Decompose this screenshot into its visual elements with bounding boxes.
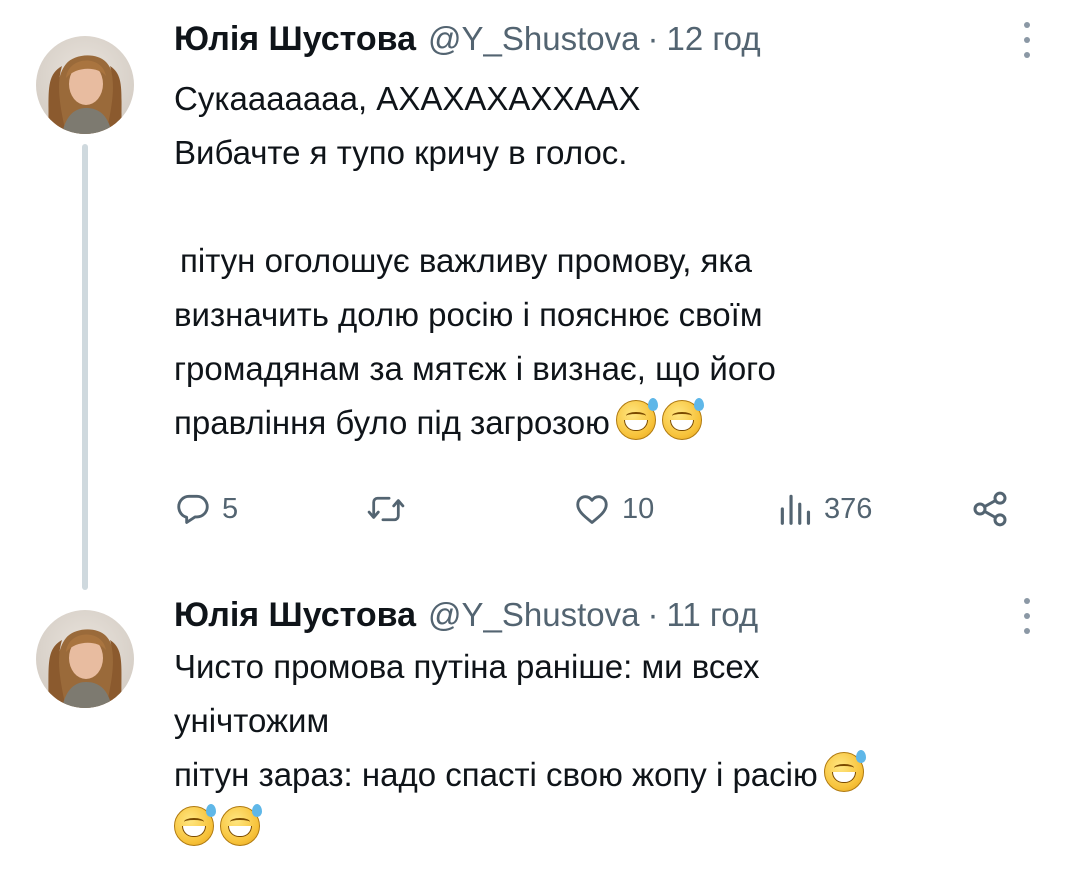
reply-count: 5 [222,492,239,525]
share-button[interactable] [970,484,1010,534]
more-icon[interactable] [1022,22,1032,58]
separator: · [647,20,659,57]
grinning-face-with-sweat-icon [220,804,262,846]
grinning-face-with-sweat-icon [823,750,866,792]
tweet-line: громадянам за мятєж і визнає, що його [174,350,776,387]
tweet-line: Сукааааааа, АХАХАХАХХААХ [174,80,641,117]
share-icon [973,491,1007,527]
views-icon [780,494,811,525]
tweet-text: Сукааааааа, АХАХАХАХХААХ Вибачте я тупо … [174,72,1054,450]
tweet[interactable]: Юлія Шустова @Y_Shustova · 11 год Чисто … [0,590,1080,882]
tweet-line: унічтожим [174,702,330,739]
reply-icon [177,494,209,524]
tweet-line-with-emoji: пітун зараз: надо спасті свою жопу і рас… [174,748,1054,802]
tweet-line: пітун зараз: надо спасті свою жопу і рас… [174,756,818,793]
tweet-line: визначить долю росію і пояснює своїм [174,296,763,333]
like-icon [576,495,608,524]
tweet-header: Юлія Шустова @Y_Shustova · 11 год [174,596,758,636]
reply-button[interactable]: 5 [174,484,238,534]
like-count: 10 [622,492,655,525]
more-icon[interactable] [1022,598,1032,634]
author-handle[interactable]: @Y_Shustova [428,20,639,58]
tweet-header: Юлія Шустова @Y_Shustova · 12 год [174,20,761,60]
tweet-line-with-emoji: правління було під загрозою [174,396,1054,450]
avatar[interactable] [36,36,134,134]
author-name[interactable]: Юлія Шустова [174,596,416,635]
timestamp[interactable]: 12 год [667,20,761,58]
tweet-line: пітун оголошує важливу промову, яка [180,242,752,279]
like-button[interactable]: 10 [572,484,654,534]
retweet-icon [367,496,405,522]
views-button[interactable]: 376 [776,484,872,534]
separator: · [647,596,659,633]
timestamp[interactable]: 11 год [667,596,759,634]
avatar[interactable] [36,610,134,708]
grinning-face-with-sweat-icon [615,398,658,440]
action-bar: 5 10 376 [174,484,1024,534]
tweet[interactable]: Юлія Шустова @Y_Shustova · 12 год Сукааа… [0,0,1080,590]
grinning-face-with-sweat-icon [661,398,704,440]
tweet-line: Чисто промова путіна раніше: ми всех [174,648,760,685]
thread-line [82,144,88,590]
grinning-face-with-sweat-icon [174,804,216,846]
tweet-line: Вибачте я тупо кричу в голос. [174,134,628,171]
emoji-line [174,802,1054,856]
author-handle[interactable]: @Y_Shustova [428,596,639,634]
avatar-photo [48,629,122,708]
tweet-text: Чисто промова путіна раніше: ми всех уні… [174,640,1054,856]
tweet-line: правління було під загрозою [174,404,610,441]
avatar-photo [48,55,122,134]
author-name[interactable]: Юлія Шустова [174,20,416,59]
view-count: 376 [824,492,873,525]
retweet-button[interactable] [366,484,416,534]
